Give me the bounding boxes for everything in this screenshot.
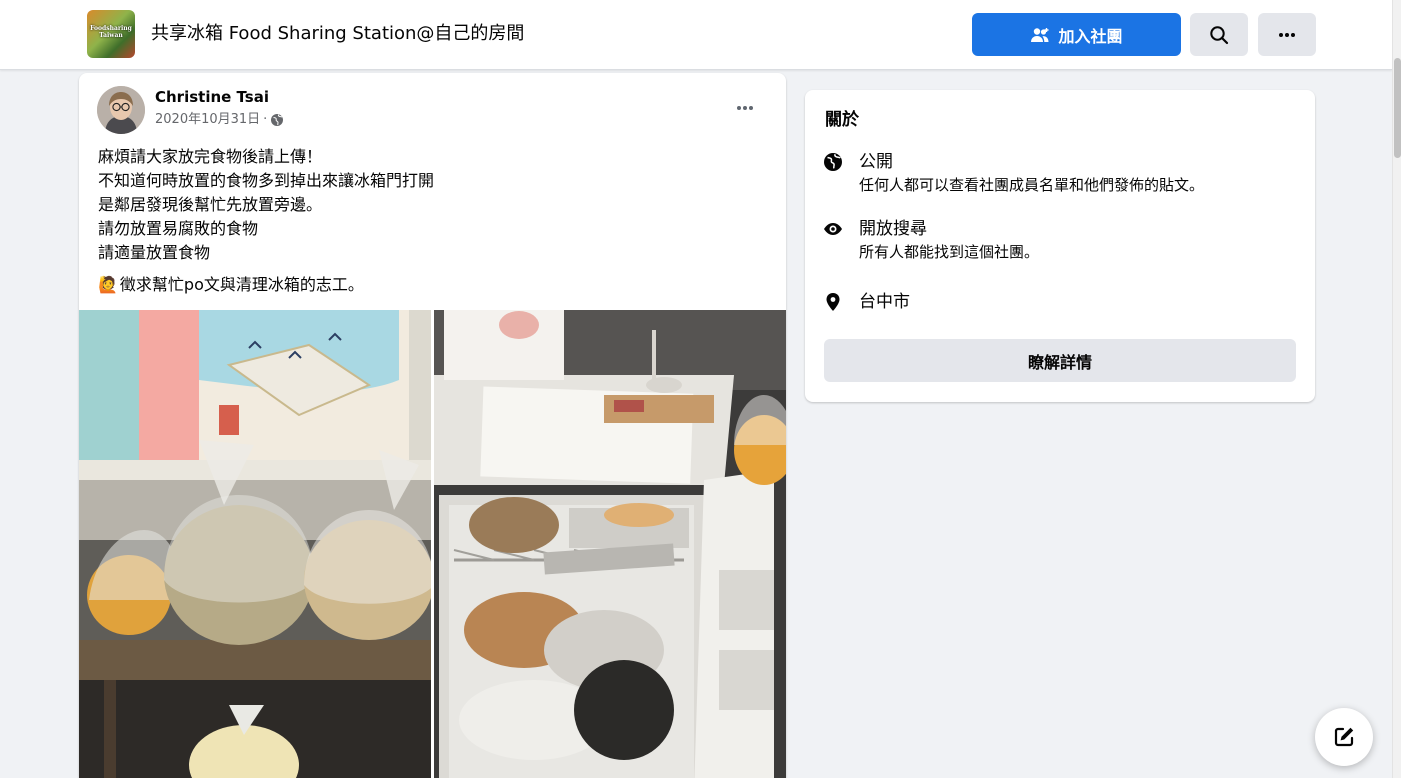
- post-author[interactable]: Christine Tsai: [155, 87, 269, 107]
- post-line: 請勿放置易腐敗的食物: [98, 219, 259, 238]
- post-line: 不知道何時放置的食物多到掉出來讓冰箱門打開: [98, 171, 435, 190]
- group-cover-thumbnail[interactable]: Foodsharing Taiwan: [87, 10, 135, 58]
- compose-icon: [1334, 727, 1354, 747]
- raising-hand-emoji-icon: 🙋: [98, 275, 118, 294]
- people-add-icon: [1031, 27, 1049, 42]
- globe-icon: [271, 114, 284, 126]
- avatar-image: [97, 86, 145, 134]
- join-group-button[interactable]: 加入社團: [972, 13, 1181, 56]
- post-meta: 2020年10月31日 ·: [155, 111, 284, 129]
- more-options-button[interactable]: [1258, 13, 1316, 56]
- thumbnail-logo-text: Foodsharing Taiwan: [90, 25, 132, 39]
- scrollbar-thumb[interactable]: [1394, 58, 1401, 158]
- more-icon: [1279, 32, 1295, 37]
- group-title[interactable]: 共享冰箱 Food Sharing Station@自己的房間: [151, 21, 524, 47]
- more-icon: [737, 106, 753, 110]
- about-item-subtitle: 任何人都可以查看社團成員名單和他們發佈的貼文。: [859, 176, 1205, 194]
- search-icon: [1210, 25, 1229, 44]
- post-line: 麻煩請大家放完食物後請上傳！: [98, 147, 323, 166]
- about-item-title[interactable]: 台中市: [859, 290, 910, 314]
- post-volunteer-line: 🙋 徵求幫忙po文與清理冰箱的志工。: [98, 273, 768, 297]
- eye-icon: [824, 223, 842, 235]
- group-header: Foodsharing Taiwan 共享冰箱 Food Sharing Sta…: [0, 0, 1392, 70]
- photo-shelf-bags: [79, 310, 431, 778]
- author-avatar[interactable]: [97, 86, 145, 134]
- globe-icon: [824, 153, 842, 171]
- new-message-button[interactable]: [1315, 708, 1373, 766]
- post-date[interactable]: 2020年10月31日: [155, 111, 260, 129]
- about-card: 關於 公開 任何人都可以查看社團成員名單和他們發佈的貼文。 開放搜尋 所有人都能…: [805, 90, 1315, 402]
- join-group-label: 加入社團: [1058, 26, 1123, 46]
- post-photos: [79, 310, 786, 778]
- location-pin-icon: [826, 293, 840, 311]
- photo-open-fridge: [434, 310, 786, 778]
- post-line: 請適量放置食物: [98, 243, 211, 262]
- about-item-title: 開放搜尋: [859, 219, 927, 239]
- post-line: 是鄰居發現後幫忙先放置旁邊。: [98, 195, 323, 214]
- post-card: Christine Tsai 2020年10月31日 · 麻煩請大家放完食物後請…: [79, 73, 786, 778]
- post-photo[interactable]: [434, 310, 786, 778]
- post-photo[interactable]: [79, 310, 431, 778]
- post-line: 徵求幫忙po文與清理冰箱的志工。: [119, 275, 364, 294]
- about-item-title: 公開: [859, 152, 893, 172]
- about-title: 關於: [825, 110, 859, 130]
- meta-separator: ·: [263, 112, 268, 127]
- post-text: 麻煩請大家放完食物後請上傳！ 不知道何時放置的食物多到掉出來讓冰箱門打開 是鄰居…: [98, 145, 768, 297]
- search-button[interactable]: [1190, 13, 1248, 56]
- learn-more-button[interactable]: 瞭解詳情: [824, 339, 1296, 382]
- about-item-subtitle: 所有人都能找到這個社團。: [859, 243, 1040, 261]
- post-options-button[interactable]: [727, 90, 763, 126]
- page-scrollbar[interactable]: [1392, 0, 1401, 778]
